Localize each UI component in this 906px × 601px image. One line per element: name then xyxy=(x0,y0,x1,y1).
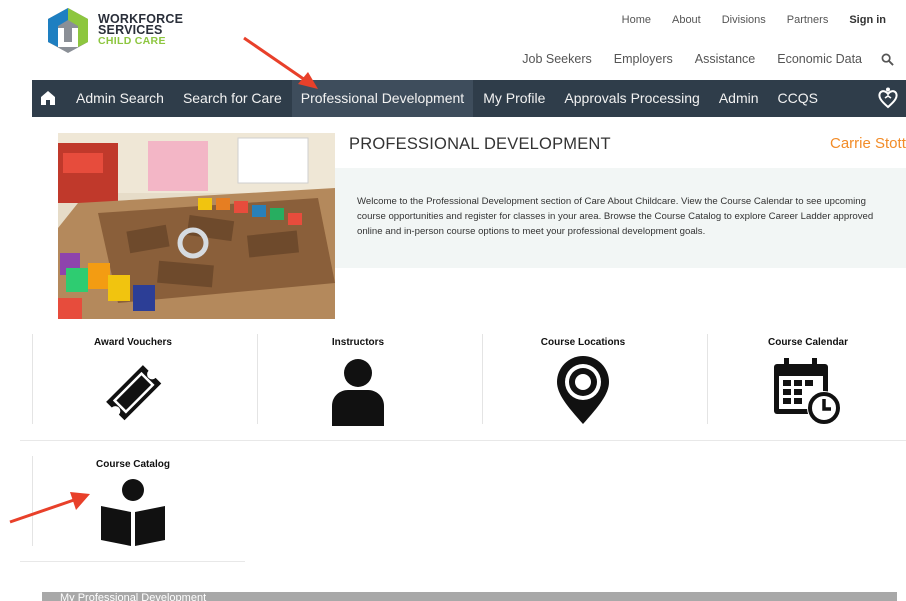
top-links: Home About Divisions Partners Sign in xyxy=(601,14,886,26)
tile-label-course-catalog[interactable]: Course Catalog xyxy=(53,459,213,470)
top-link-home[interactable]: Home xyxy=(622,14,651,26)
page-title: PROFESSIONAL DEVELOPMENT xyxy=(349,135,611,153)
tiles-row-divider xyxy=(20,440,906,441)
sign-in-link[interactable]: Sign in xyxy=(849,14,886,26)
tile-divider xyxy=(257,334,258,424)
link-economic-data[interactable]: Economic Data xyxy=(777,52,862,66)
search-icon[interactable] xyxy=(881,53,894,66)
secondary-links: Job Seekers Employers Assistance Economi… xyxy=(500,52,862,66)
top-link-divisions[interactable]: Divisions xyxy=(722,14,766,26)
tile-divider xyxy=(32,334,33,424)
calendar-clock-icon[interactable] xyxy=(772,356,844,428)
top-link-partners[interactable]: Partners xyxy=(787,14,829,26)
person-icon[interactable] xyxy=(326,356,390,426)
nav-items: Admin Search Search for Care Professiona… xyxy=(76,80,837,117)
tile-divider xyxy=(482,334,483,424)
map-pin-icon[interactable] xyxy=(553,356,613,426)
reader-book-icon[interactable] xyxy=(97,478,169,548)
nav-admin-search[interactable]: Admin Search xyxy=(76,80,164,117)
workforce-logo-icon[interactable] xyxy=(44,6,92,54)
logo-line-3: CHILD CARE xyxy=(98,35,166,47)
child-heart-icon[interactable] xyxy=(876,86,900,110)
home-icon[interactable] xyxy=(40,90,56,106)
nav-admin[interactable]: Admin xyxy=(719,80,759,117)
top-link-about[interactable]: About xyxy=(672,14,701,26)
ticket-icon[interactable] xyxy=(97,356,169,428)
nav-my-profile[interactable]: My Profile xyxy=(483,80,545,117)
welcome-text: Welcome to the Professional Development … xyxy=(357,196,874,237)
nav-ccqs[interactable]: CCQS xyxy=(778,80,818,117)
link-job-seekers[interactable]: Job Seekers xyxy=(522,52,591,66)
bottom-bar-label: My Professional Development xyxy=(60,592,207,601)
user-name[interactable]: Carrie Stott xyxy=(830,135,906,152)
tile-divider xyxy=(707,334,708,424)
annotation-arrow-catalog xyxy=(9,492,90,524)
annotation-arrow-nav xyxy=(243,36,318,89)
hero-photo-classroom xyxy=(58,133,335,319)
nav-approvals-processing[interactable]: Approvals Processing xyxy=(564,80,699,117)
my-professional-development-bar[interactable]: My Professional Development xyxy=(42,592,897,601)
classroom-toys-illustration xyxy=(58,133,335,319)
link-employers[interactable]: Employers xyxy=(614,52,673,66)
tile-label-course-calendar[interactable]: Course Calendar xyxy=(728,337,888,348)
tile-label-instructors[interactable]: Instructors xyxy=(278,337,438,348)
tile-label-course-locations[interactable]: Course Locations xyxy=(503,337,663,348)
tile-label-award-vouchers[interactable]: Award Vouchers xyxy=(53,337,213,348)
link-assistance[interactable]: Assistance xyxy=(695,52,755,66)
catalog-bottom-divider xyxy=(20,561,245,562)
logo-wordmark[interactable]: WORKFORCE SERVICES CHILD CARE xyxy=(98,13,183,47)
